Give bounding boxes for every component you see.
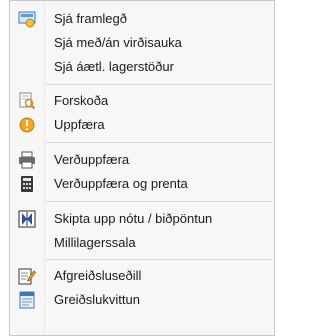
edit-document-icon xyxy=(18,267,37,285)
calculator-icon xyxy=(18,175,36,193)
menu-item-verduppfaera[interactable]: Verðuppfæra xyxy=(10,148,274,172)
menu-item-uppfaera[interactable]: Uppfæra xyxy=(10,113,274,137)
menu-item-label: Greiðslukvittun xyxy=(54,292,140,307)
split-icon xyxy=(18,210,36,228)
menu-item-forskoda[interactable]: Forskoða xyxy=(10,89,274,113)
menu-item-sja-med-an-vsk[interactable]: Sjá með/án virðisauka xyxy=(10,31,274,55)
menu-separator xyxy=(46,142,272,143)
menu-item-verduppfaera-og-prenta[interactable]: Verðuppfæra og prenta xyxy=(10,172,274,196)
menu-separator xyxy=(46,201,272,202)
printer-icon xyxy=(18,151,36,169)
warning-icon xyxy=(18,116,36,134)
menu-item-label: Sjá framlegð xyxy=(54,11,127,26)
menu-item-label: Sjá með/án virðisauka xyxy=(54,35,182,50)
menu-item-skipta-upp-notu[interactable]: Skipta upp nótu / biðpöntun xyxy=(10,207,274,231)
menu-item-sja-aaetl-lagerstodur[interactable]: Sjá áætl. lagerstöður xyxy=(10,55,274,79)
menu-item-label: Verðuppfæra xyxy=(54,152,130,167)
menu-item-label: Uppfæra xyxy=(54,117,105,132)
menu-item-afgreidslusedill[interactable]: Afgreiðsluseðill xyxy=(10,264,274,288)
menu-separator xyxy=(46,84,272,85)
menu-item-sja-framlegd[interactable]: Sjá framlegð xyxy=(10,7,274,31)
menu-item-millilagerssala[interactable]: Millilagerssala xyxy=(10,231,274,255)
receipt-icon xyxy=(18,291,36,309)
money-calculator-icon xyxy=(18,10,36,28)
menu-item-label: Afgreiðsluseðill xyxy=(54,268,142,283)
menu-separator xyxy=(46,259,272,260)
menu-item-greidslukvittun[interactable]: Greiðslukvittun xyxy=(10,288,274,312)
context-menu: Sjá framlegð Sjá með/án virðisauka Sjá á… xyxy=(9,0,275,336)
menu-item-label: Verðuppfæra og prenta xyxy=(54,176,188,191)
menu-item-label: Skipta upp nótu / biðpöntun xyxy=(54,211,213,226)
menu-item-label: Sjá áætl. lagerstöður xyxy=(54,59,174,74)
menu-item-label: Millilagerssala xyxy=(54,235,136,250)
print-preview-icon xyxy=(18,92,36,110)
menu-item-label: Forskoða xyxy=(54,93,109,108)
